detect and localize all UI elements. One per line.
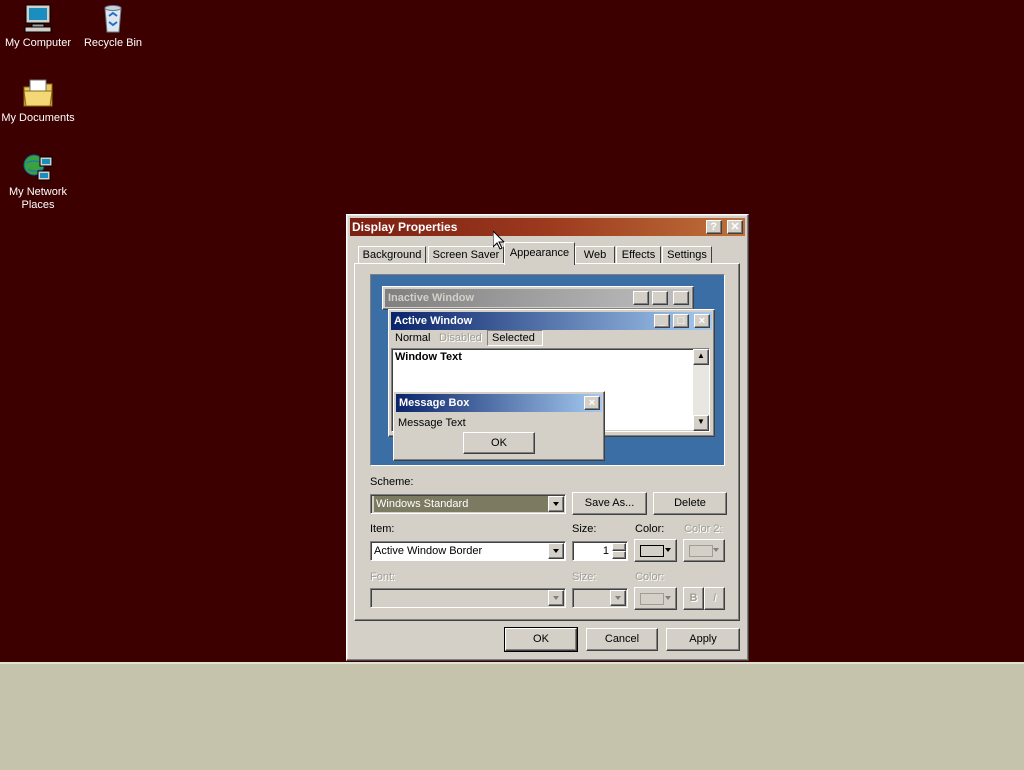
close-icon: × <box>584 396 600 410</box>
chevron-down-icon <box>665 596 671 600</box>
chevron-down-icon[interactable] <box>548 543 564 559</box>
desktop-icon-label: My Computer <box>4 37 72 49</box>
message-text: Message Text <box>398 417 466 429</box>
scheme-value: Windows Standard <box>374 496 548 512</box>
maximize-icon: □ <box>651 291 668 305</box>
item-size-value: 1 <box>602 545 609 557</box>
item-size-label: Size: <box>572 523 597 535</box>
dialog-title: Display Properties <box>352 220 458 234</box>
tab-label: Appearance <box>509 247 570 259</box>
cancel-button[interactable]: Cancel <box>586 628 658 651</box>
spinner-arrows[interactable] <box>612 543 626 559</box>
menu-item-disabled[interactable]: Disabled <box>439 330 482 346</box>
scroll-up-icon[interactable]: ▲ <box>693 349 709 365</box>
message-box-title: Message Box <box>399 397 470 409</box>
italic-button[interactable]: I <box>704 587 725 610</box>
message-box-title-bar[interactable]: Message Box × <box>396 394 602 412</box>
minimize-icon: _ <box>632 291 649 305</box>
chevron-down-icon[interactable] <box>610 590 626 606</box>
tab-appearance[interactable]: Appearance <box>504 242 575 265</box>
tab-web[interactable]: Web <box>575 246 615 264</box>
bold-button[interactable]: B <box>683 587 704 610</box>
preview-active-title: Active Window <box>394 315 473 327</box>
save-as-button[interactable]: Save As... <box>572 492 647 515</box>
apply-button[interactable]: Apply <box>666 628 740 651</box>
item-size-spinner[interactable]: 1 <box>572 541 628 561</box>
tab-label: Background <box>362 249 422 261</box>
documents-folder-icon <box>23 79 53 107</box>
item-color-label: Color: <box>635 523 665 535</box>
tab-background[interactable]: Background <box>358 246 426 264</box>
desktop-icon-recycle-bin[interactable]: Recycle Bin <box>75 2 151 50</box>
scroll-down-icon[interactable]: ▼ <box>693 415 709 431</box>
tab-settings[interactable]: Settings <box>662 246 712 264</box>
preview-window-text: Window Text <box>395 351 462 363</box>
color-swatch <box>689 545 713 557</box>
tab-effects[interactable]: Effects <box>616 246 661 264</box>
taskbar <box>0 662 1024 770</box>
item-select[interactable]: Active Window Border <box>370 541 566 561</box>
minimize-icon: _ <box>653 314 670 328</box>
maximize-icon: □ <box>672 314 689 328</box>
font-color-button[interactable] <box>634 587 677 610</box>
menu-item-selected[interactable]: Selected <box>487 330 543 346</box>
help-icon: ? <box>710 221 718 233</box>
item-value: Active Window Border <box>374 545 483 557</box>
dialog-title-bar[interactable]: Display Properties ? ✕ <box>350 218 745 236</box>
close-icon: ✕ <box>730 221 740 233</box>
spin-down-icon[interactable] <box>612 551 626 559</box>
font-color-label: Color: <box>635 571 665 583</box>
close-button[interactable]: ✕ <box>727 220 743 234</box>
item-label: Item: <box>370 523 395 535</box>
network-places-icon <box>23 154 53 181</box>
font-select[interactable] <box>370 588 566 608</box>
scheme-label: Scheme: <box>370 476 414 488</box>
preview-inactive-title-bar[interactable]: Inactive Window _ □ × <box>385 289 691 307</box>
chevron-down-icon[interactable] <box>548 496 564 512</box>
appearance-preview[interactable]: Inactive Window _ □ × Active Window _ □ … <box>370 274 725 466</box>
scheme-select[interactable]: Windows Standard <box>370 494 566 514</box>
close-icon: × <box>673 291 689 305</box>
color-swatch <box>640 593 664 605</box>
desktop-icon-label: Recycle Bin <box>83 37 143 49</box>
tab-label: Web <box>583 249 607 261</box>
ok-button[interactable]: OK <box>504 627 578 652</box>
desktop-icon-label: My Documents <box>1 112 75 124</box>
font-size-select[interactable] <box>572 588 628 608</box>
preview-inactive-window[interactable]: Inactive Window _ □ × <box>382 286 694 310</box>
close-icon: × <box>694 314 710 328</box>
chevron-down-icon <box>665 548 671 552</box>
color-swatch <box>640 545 664 557</box>
font-size-label: Size: <box>572 571 597 583</box>
font-label: Font: <box>370 571 396 583</box>
tab-label: Settings <box>667 249 707 261</box>
message-box-ok-button[interactable]: OK <box>463 432 535 454</box>
help-button[interactable]: ? <box>705 220 722 234</box>
preview-active-title-bar[interactable]: Active Window _ □ × <box>391 312 712 330</box>
item-color2-label: Color 2: <box>684 523 723 535</box>
tab-label: Effects <box>621 249 656 261</box>
item-color2-button[interactable] <box>683 539 725 562</box>
desktop-icon-my-documents[interactable]: My Documents <box>0 77 76 125</box>
desktop-icon-label: My Network Places <box>8 186 68 211</box>
preview-inactive-title: Inactive Window <box>388 292 475 304</box>
preview-scrollbar[interactable]: ▲ ▼ <box>693 349 709 431</box>
recycle-bin-icon <box>104 5 122 33</box>
item-color-button[interactable] <box>634 539 677 562</box>
menu-item-normal[interactable]: Normal <box>395 330 430 346</box>
desktop-icon-my-network-places[interactable]: My Network Places <box>0 151 76 212</box>
delete-button[interactable]: Delete <box>653 492 727 515</box>
spin-up-icon[interactable] <box>612 543 626 551</box>
chevron-down-icon <box>713 548 719 552</box>
desktop-icon-my-computer[interactable]: My Computer <box>0 2 76 50</box>
computer-icon <box>24 4 52 33</box>
preview-message-box[interactable]: Message Box × Message Text OK <box>393 391 605 461</box>
chevron-down-icon[interactable] <box>548 590 564 606</box>
tab-label: Screen Saver <box>432 249 500 261</box>
